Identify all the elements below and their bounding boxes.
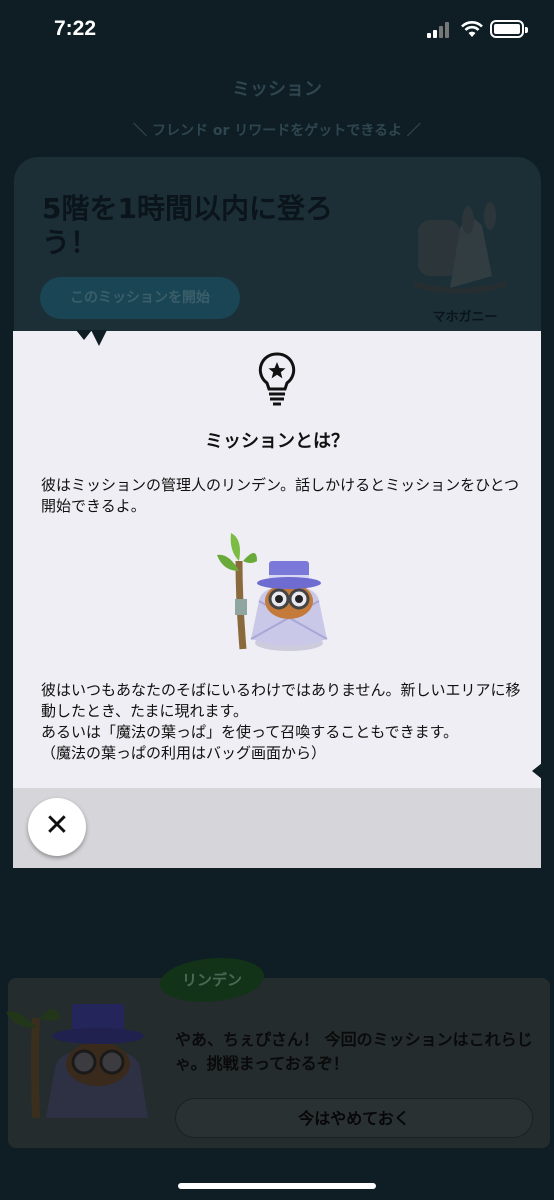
cellular-signal-icon bbox=[427, 22, 453, 38]
mission-info-modal: ミッションとは？ 彼はミッションの管理人のリンデン。話しかけるとミッションをひと… bbox=[13, 330, 542, 868]
modal-title: ミッションとは？ bbox=[205, 431, 349, 452]
home-indicator[interactable] bbox=[178, 1183, 376, 1189]
dialog-message: やあ、ちぇぴさん！ 今回のミッションはこれらじゃ。挑戦まっておるぞ！ bbox=[175, 1030, 533, 1073]
modal-detail-line: （魔法の葉っぱの利用はバッグ画面から） bbox=[41, 744, 327, 762]
modal-detail-line: あるいは「魔法の葉っぱ」を使って召喚することもできます。 bbox=[41, 723, 459, 741]
lightbulb-icon bbox=[258, 352, 296, 406]
modal-description: 彼はミッションの管理人のリンデン。話しかけるとミッションをひとつ開始できるよ。 bbox=[41, 476, 520, 515]
mission-card-title: 5階を1時間以内に登ろう！ bbox=[42, 192, 333, 259]
modal-detail-line: 彼はいつもあなたのそばにいるわけではありません。新しいエリアに移動したとき、たま… bbox=[41, 681, 521, 720]
modal-details: 彼はいつもあなたのそばにいるわけではありません。新しいエリアに移動したとき、たま… bbox=[41, 680, 521, 764]
status-time: 7:22 bbox=[54, 17, 97, 40]
modal-notch bbox=[532, 763, 542, 779]
snail-reward-icon bbox=[413, 202, 507, 294]
linden-character-icon bbox=[217, 533, 328, 651]
close-button[interactable]: ✕ bbox=[28, 798, 86, 856]
linden-avatar-icon bbox=[6, 1004, 148, 1119]
status-bar: 7:22 bbox=[0, 0, 554, 60]
reward-label: マホガニー bbox=[432, 310, 498, 325]
modal-notch bbox=[76, 330, 92, 340]
battery-icon bbox=[490, 20, 528, 38]
page-subtitle: ＼ フレンド or リワードをゲットできるよ ／ bbox=[133, 123, 421, 139]
wifi-icon bbox=[461, 21, 483, 37]
not-now-button[interactable]: 今はやめておく bbox=[175, 1098, 533, 1138]
page-title: ミッション bbox=[232, 79, 322, 100]
modal-footer: ✕ bbox=[13, 788, 541, 868]
close-icon: ✕ bbox=[44, 808, 70, 843]
start-mission-button[interactable]: このミッションを開始 bbox=[40, 277, 240, 319]
modal-notch bbox=[91, 330, 107, 346]
